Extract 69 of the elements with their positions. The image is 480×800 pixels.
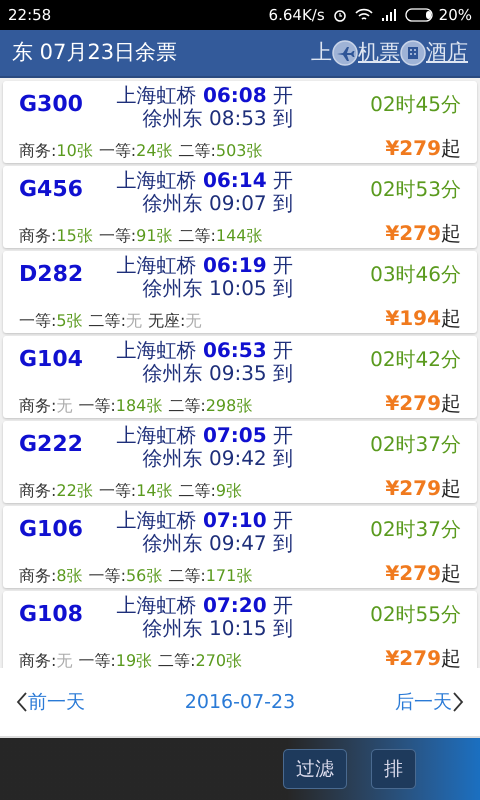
trip-duration: 02时45分: [370, 94, 461, 118]
seat-availability: 商务:15张 一等:91张 二等:144张: [19, 225, 264, 247]
wifi-icon: [354, 8, 373, 22]
header-link[interactable]: 机票: [332, 37, 400, 69]
departure-line: 上海虹桥 07:10 开: [116, 509, 293, 532]
trip-duration: 02时53分: [370, 179, 461, 203]
seat-availability: 商务:22张 一等:14张 二等:9张: [19, 480, 244, 502]
trip-duration: 02时55分: [370, 604, 461, 628]
train-card[interactable]: G300 上海虹桥 06:08 开 徐州东 08:53 到 02时45分 商务:10张 一等:24张 二等:503张 ¥279起: [3, 81, 477, 163]
signal-icon: [380, 9, 397, 21]
alarm-icon: [332, 8, 347, 22]
trip-duration: 02时37分: [370, 519, 461, 543]
train-card[interactable]: G104 上海虹桥 06:53 开 徐州东 09:35 到 02时42分 商务:无 一等:184张 二等:298张 ¥279起: [3, 336, 477, 418]
arrival-line: 徐州东 09:35 到: [142, 362, 293, 385]
arrival-line: 徐州东 08:53 到: [142, 107, 293, 130]
train-number: D282: [19, 264, 84, 289]
train-number: G456: [19, 179, 84, 204]
ticket-price: ¥279起: [385, 390, 461, 417]
arrival-line: 徐州东 10:05 到: [142, 277, 293, 300]
seat-availability: 商务:无 一等:19张 二等:270张: [19, 650, 244, 668]
current-date: 2016-07-23: [184, 690, 296, 715]
network-speed: 6.64K/s: [268, 4, 325, 26]
toolbar-button[interactable]: 过滤: [283, 749, 347, 789]
seat-availability: 商务:无 一等:184张 二等:298张: [19, 395, 254, 417]
train-card[interactable]: D282 上海虹桥 06:19 开 徐州东 10:05 到 03时46分 一等:5张 二等:无 无座:无 ¥194起: [3, 251, 477, 333]
ticket-price: ¥279起: [385, 135, 461, 162]
header-link[interactable]: 酒店: [400, 37, 468, 69]
seat-availability: 一等:5张 二等:无 无座:无: [19, 310, 202, 332]
building-icon: [400, 40, 426, 66]
train-number: G106: [19, 519, 84, 544]
train-number: G300: [19, 94, 84, 119]
trip-duration: 02时37分: [370, 434, 461, 458]
seat-availability: 商务:10张 一等:24张 二等:503张: [19, 140, 264, 162]
seat-availability: 商务:8张 一等:56张 二等:171张: [19, 565, 254, 587]
ticket-price: ¥279起: [385, 645, 461, 668]
ticket-price: ¥279起: [385, 560, 461, 587]
clock: 22:58: [8, 4, 52, 26]
departure-line: 上海虹桥 06:14 开: [116, 169, 293, 192]
trip-duration: 02时42分: [370, 349, 461, 373]
battery-icon: [404, 8, 435, 22]
arrival-line: 徐州东 09:42 到: [142, 447, 293, 470]
battery-percent: 20%: [438, 4, 472, 26]
chevron-left-icon: [16, 691, 28, 713]
departure-line: 上海虹桥 06:08 开: [116, 84, 293, 107]
title-marquee-text: 上: [311, 39, 332, 66]
toolbar-button[interactable]: 排: [371, 749, 416, 789]
departure-line: 上海虹桥 07:20 开: [116, 594, 293, 617]
train-card[interactable]: G106 上海虹桥 07:10 开 徐州东 09:47 到 02时37分 商务:8张 一等:56张 二等:171张 ¥279起: [3, 506, 477, 588]
page-title: 东 07月23日余票: [12, 39, 178, 66]
airplane-icon: [332, 40, 358, 66]
train-card[interactable]: G108 上海虹桥 07:20 开 徐州东 10:15 到 02时55分 商务:无 一等:19张 二等:270张 ¥279起: [3, 591, 477, 668]
ticket-price: ¥279起: [385, 220, 461, 247]
next-day-button[interactable]: 后一天: [395, 688, 464, 716]
train-card[interactable]: G222 上海虹桥 07:05 开 徐州东 09:42 到 02时37分 商务:22张 一等:14张 二等:9张 ¥279起: [3, 421, 477, 503]
departure-line: 上海虹桥 06:19 开: [116, 254, 293, 277]
train-number: G104: [19, 349, 84, 374]
ticket-price: ¥194起: [385, 305, 461, 332]
departure-line: 上海虹桥 06:53 开: [116, 339, 293, 362]
arrival-line: 徐州东 09:07 到: [142, 192, 293, 215]
train-number: G222: [19, 434, 84, 459]
train-number: G108: [19, 604, 84, 629]
previous-day-button[interactable]: 前一天: [16, 688, 85, 716]
ticket-price: ¥279起: [385, 475, 461, 502]
arrival-line: 徐州东 09:47 到: [142, 532, 293, 555]
trip-duration: 03时46分: [370, 264, 461, 288]
chevron-right-icon: [452, 691, 464, 713]
departure-line: 上海虹桥 07:05 开: [116, 424, 293, 447]
arrival-line: 徐州东 10:15 到: [142, 617, 293, 640]
train-card[interactable]: G456 上海虹桥 06:14 开 徐州东 09:07 到 02时53分 商务:15张 一等:91张 二等:144张 ¥279起: [3, 166, 477, 248]
